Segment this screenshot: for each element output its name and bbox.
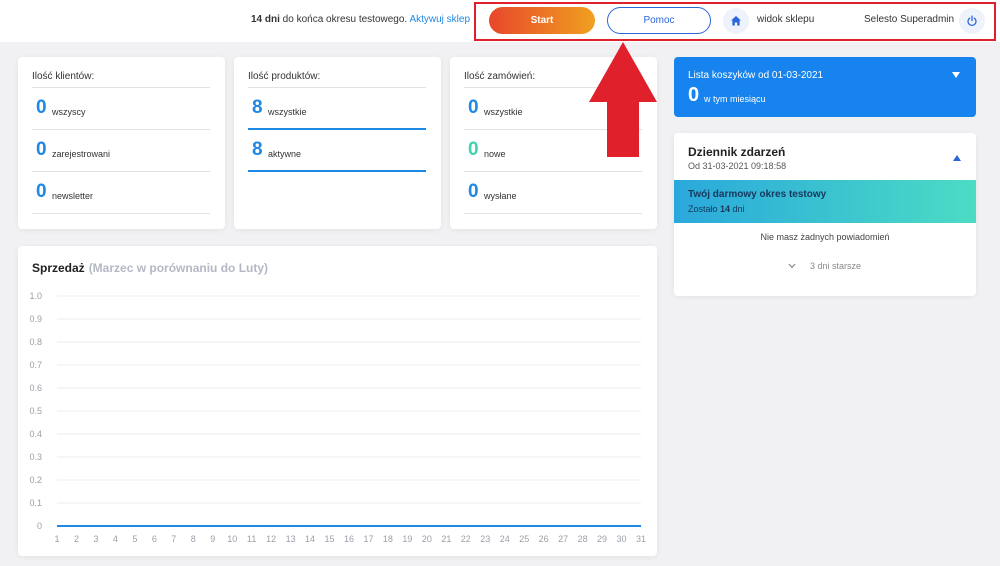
x-tick-label: 26 xyxy=(539,534,549,544)
stat-label: wszyscy xyxy=(52,107,86,117)
x-tick-label: 2 xyxy=(74,534,79,544)
carts-card[interactable]: Lista koszyków od 01-03-2021 0 w tym mie… xyxy=(674,57,976,117)
trial-banner-remaining: Zostało 14 dni xyxy=(688,204,745,214)
sales-card: Sprzedaż (Marzec w porównaniu do Luty) 00… xyxy=(18,246,657,556)
x-tick-label: 5 xyxy=(132,534,137,544)
x-tick-label: 24 xyxy=(500,534,510,544)
chevron-down-icon xyxy=(788,263,796,269)
stat-row[interactable]: 8 aktywne xyxy=(248,130,426,172)
x-tick-label: 25 xyxy=(519,534,529,544)
trial-days: 14 dni xyxy=(251,14,280,25)
stat-label: aktywne xyxy=(268,149,302,159)
trial-text: do końca okresu testowego. xyxy=(279,14,410,25)
chevron-down-icon[interactable] xyxy=(951,71,961,79)
clients-card: Ilość klientów: 0 wszyscy 0 zarejestrowa… xyxy=(18,57,225,229)
x-tick-label: 3 xyxy=(93,534,98,544)
x-tick-label: 16 xyxy=(344,534,354,544)
y-tick-label: 0 xyxy=(37,521,42,531)
no-notifications-text: Nie masz żadnych powiadomień xyxy=(760,232,890,242)
stat-value: 0 xyxy=(36,181,47,202)
stat-value: 0 xyxy=(468,181,479,202)
x-tick-label: 31 xyxy=(636,534,646,544)
x-tick-label: 8 xyxy=(191,534,196,544)
activate-shop-link[interactable]: Aktywuj sklep xyxy=(409,14,470,25)
x-tick-label: 28 xyxy=(578,534,588,544)
stat-value: 0 xyxy=(468,139,479,160)
carts-value: 0 xyxy=(688,84,700,106)
orders-title: Ilość zamówień: xyxy=(464,71,536,82)
carts-title: Lista koszyków od 01-03-2021 xyxy=(688,70,824,81)
event-log-date: Od 31-03-2021 09:18:58 xyxy=(688,161,787,171)
stat-row[interactable]: 0 wysłane xyxy=(464,172,642,214)
y-tick-label: 1.0 xyxy=(29,291,42,301)
x-tick-label: 14 xyxy=(305,534,315,544)
x-tick-label: 10 xyxy=(227,534,237,544)
x-tick-label: 21 xyxy=(441,534,451,544)
carts-subtitle: w tym miesiącu xyxy=(704,94,766,104)
stat-row[interactable]: 8 wszystkie xyxy=(248,88,426,130)
stat-label: wszystkie xyxy=(268,107,307,117)
x-tick-label: 1 xyxy=(54,534,59,544)
y-tick-label: 0.9 xyxy=(29,314,42,324)
x-tick-label: 22 xyxy=(461,534,471,544)
clients-title: Ilość klientów: xyxy=(32,71,95,82)
x-tick-label: 13 xyxy=(286,534,296,544)
x-tick-label: 6 xyxy=(152,534,157,544)
x-tick-label: 27 xyxy=(558,534,568,544)
stat-label: wysłane xyxy=(484,191,517,201)
stat-label: newsletter xyxy=(52,191,94,201)
event-log-title: Dziennik zdarzeń xyxy=(688,145,786,159)
y-tick-label: 0.5 xyxy=(29,406,42,416)
y-tick-label: 0.4 xyxy=(29,429,42,439)
x-tick-label: 4 xyxy=(113,534,118,544)
x-tick-label: 19 xyxy=(402,534,412,544)
products-card: Ilość produktów: 8 wszystkie 8 aktywne xyxy=(234,57,441,229)
older-events-link[interactable]: 3 dni starsze xyxy=(788,261,861,271)
x-tick-label: 12 xyxy=(266,534,276,544)
trial-banner-title: Twój darmowy okres testowy xyxy=(688,189,827,200)
trial-remaining-days: 14 xyxy=(720,204,731,214)
x-tick-label: 23 xyxy=(480,534,490,544)
stat-row[interactable]: 0 wszyscy xyxy=(32,88,210,130)
x-tick-label: 20 xyxy=(422,534,432,544)
event-log-card: Dziennik zdarzeń Od 31-03-2021 09:18:58 … xyxy=(674,133,976,296)
stat-row[interactable]: 0 zarejestrowani xyxy=(32,130,210,172)
stat-label: zarejestrowani xyxy=(52,149,111,159)
trial-banner[interactable]: Twój darmowy okres testowy Zostało 14 dn… xyxy=(674,180,976,223)
y-tick-label: 0.8 xyxy=(29,337,42,347)
products-title: Ilość produktów: xyxy=(248,71,321,82)
older-events-label: 3 dni starsze xyxy=(810,261,862,271)
y-tick-label: 0.3 xyxy=(29,452,42,462)
y-tick-label: 0.6 xyxy=(29,383,42,393)
highlight-box xyxy=(474,2,996,41)
x-tick-label: 7 xyxy=(171,534,176,544)
chevron-up-icon[interactable] xyxy=(952,154,962,162)
trial-notice: 14 dni do końca okresu testowego. Aktywu… xyxy=(251,14,470,25)
trial-remaining-prefix: Zostało xyxy=(688,204,721,214)
x-tick-label: 30 xyxy=(617,534,627,544)
x-tick-label: 15 xyxy=(325,534,335,544)
stat-value: 8 xyxy=(252,97,263,118)
y-tick-label: 0.1 xyxy=(29,498,42,508)
stat-row[interactable]: 0 newsletter xyxy=(32,172,210,214)
y-tick-label: 0.2 xyxy=(29,475,42,485)
red-arrow-annotation xyxy=(589,42,657,157)
stat-label: wszystkie xyxy=(484,107,523,117)
trial-remaining-suffix: dni xyxy=(730,204,745,214)
stat-label: nowe xyxy=(484,149,506,159)
y-tick-label: 0.7 xyxy=(29,360,42,370)
x-tick-label: 18 xyxy=(383,534,393,544)
x-tick-label: 29 xyxy=(597,534,607,544)
stat-value: 0 xyxy=(36,139,47,160)
stat-value: 8 xyxy=(252,139,263,160)
x-tick-label: 11 xyxy=(247,534,256,544)
sales-chart: 00.10.20.30.40.50.60.70.80.91.01 2 3 4 5 6 7 8 9… xyxy=(29,291,646,544)
stat-value: 0 xyxy=(468,97,479,118)
x-tick-label: 17 xyxy=(363,534,373,544)
stat-value: 0 xyxy=(36,97,47,118)
x-tick-label: 9 xyxy=(210,534,215,544)
